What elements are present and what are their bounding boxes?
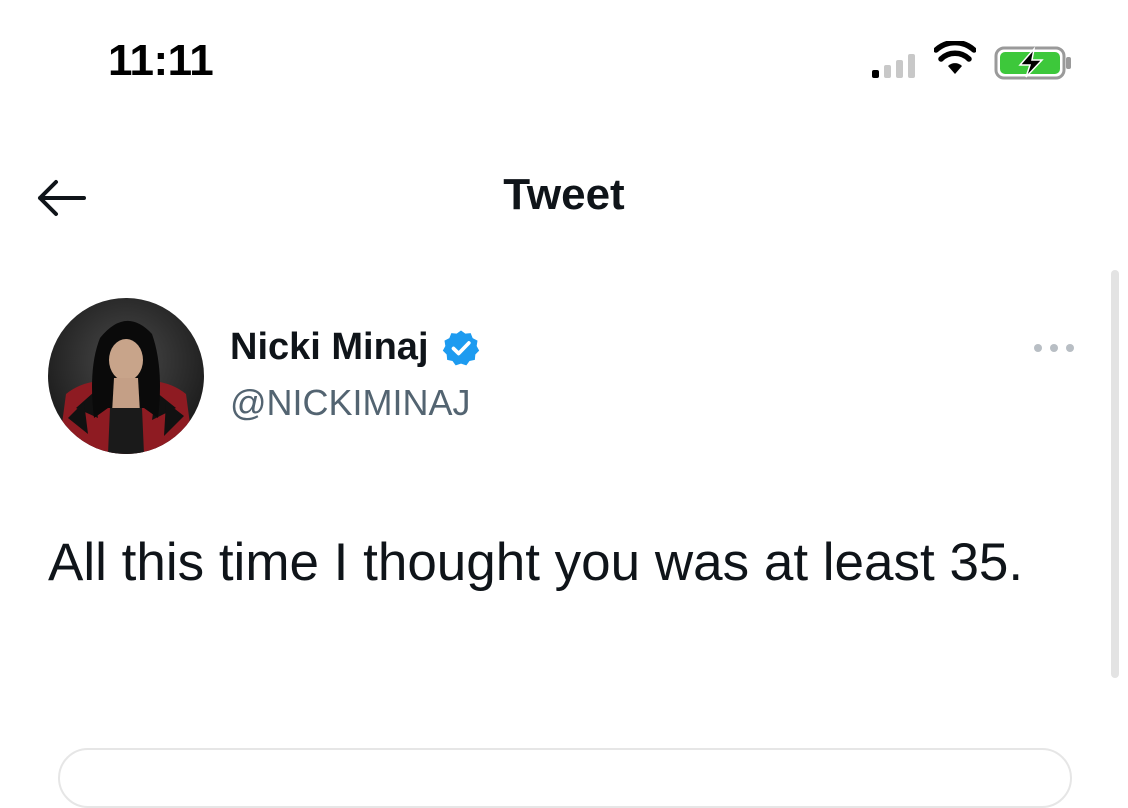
- verified-badge-icon: [442, 330, 479, 365]
- more-options-icon[interactable]: [1030, 336, 1078, 360]
- author-display-name[interactable]: Nicki Minaj: [230, 326, 429, 369]
- wifi-icon: [934, 41, 976, 74]
- status-time: 11:11: [108, 36, 214, 85]
- author-row: Nicki Minaj: [230, 326, 481, 369]
- tweet-text: All this time I thought you was at least…: [48, 533, 1024, 592]
- cellular-signal-icon: [872, 54, 915, 78]
- author-handle[interactable]: @NICKIMINAJ: [230, 382, 471, 424]
- battery-charging-icon: [994, 46, 1071, 80]
- quoted-card-edge: [58, 748, 1072, 808]
- avatar[interactable]: [48, 298, 204, 454]
- scrollbar[interactable]: [1111, 270, 1119, 678]
- page-title: Tweet: [503, 170, 625, 219]
